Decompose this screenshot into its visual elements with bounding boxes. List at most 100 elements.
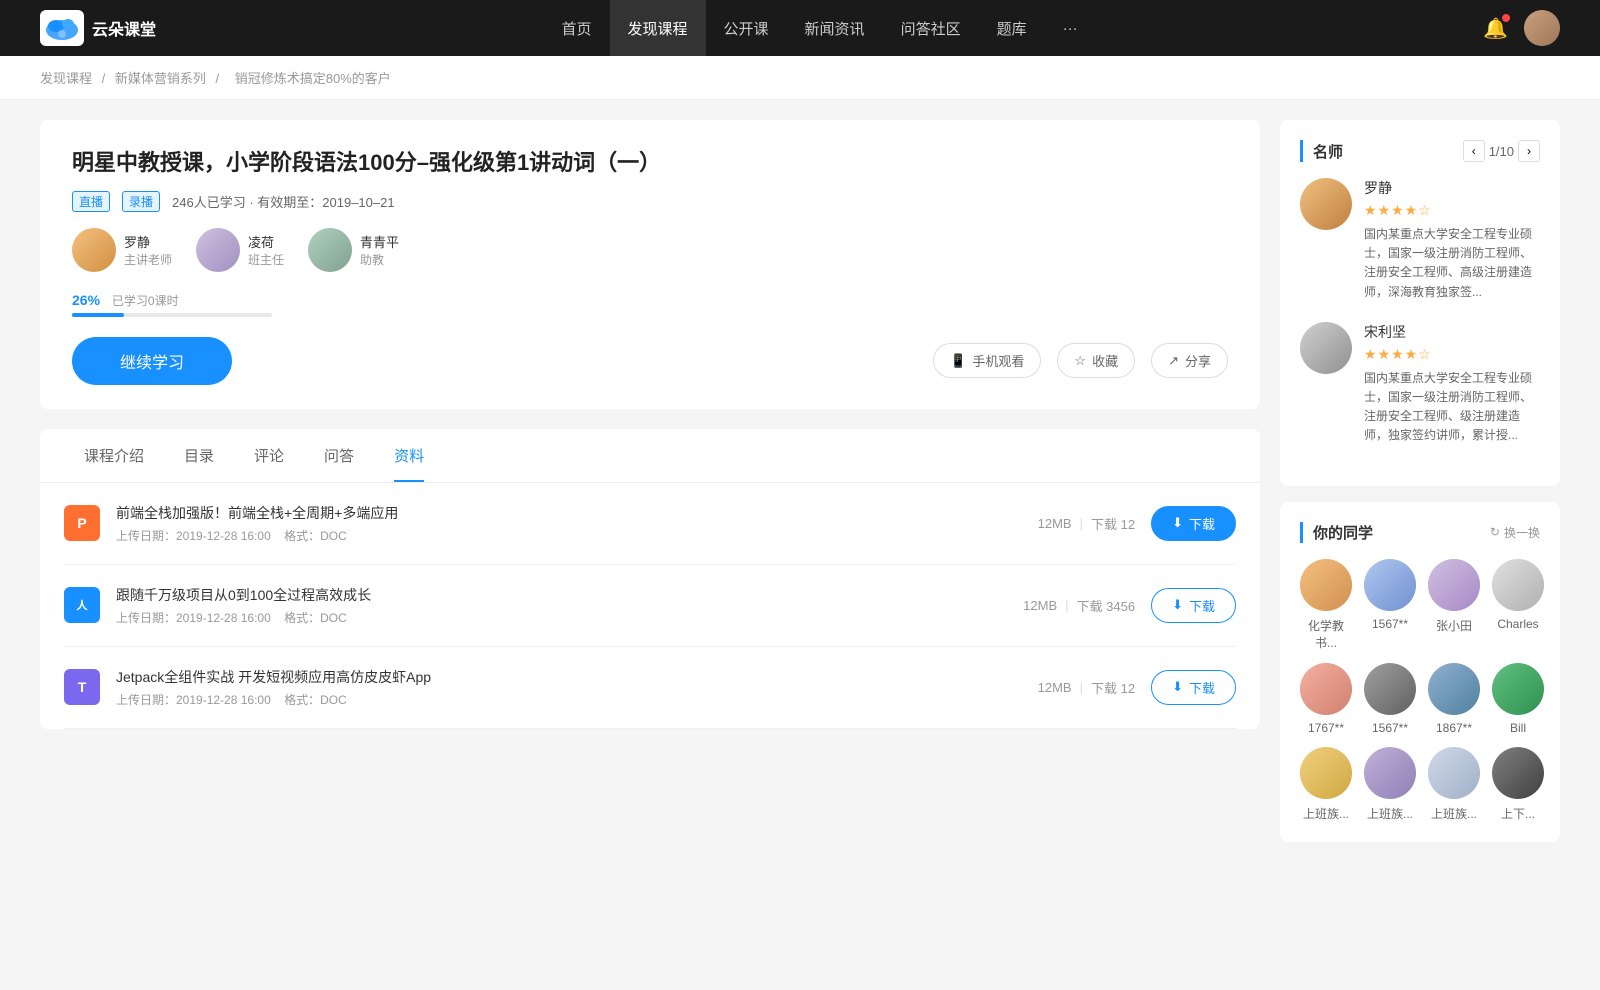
breadcrumb-sep-2: /	[216, 71, 223, 86]
classmate-item-1[interactable]: 1567**	[1364, 559, 1416, 651]
resource-stats-2: 12MB | 下载 12	[1038, 678, 1135, 697]
tab-resource[interactable]: 资料	[374, 429, 444, 482]
teacher-info-1: 宋利坚 ★★★★☆ 国内某重点大学安全工程专业硕士，国家一级注册消防工程师、注册…	[1364, 322, 1540, 446]
nav-item-news[interactable]: 新闻资讯	[787, 0, 883, 56]
teacher-stars-0: ★★★★☆	[1364, 202, 1540, 219]
instructor-avatar-0	[72, 228, 116, 272]
tab-qa[interactable]: 问答	[304, 429, 374, 482]
download-btn-2[interactable]: ⬇ 下载	[1151, 670, 1236, 705]
resource-title-2: Jetpack全组件实战 开发短视频应用高仿皮皮虾App	[116, 667, 1022, 687]
logo-icon	[40, 10, 84, 46]
collect-button[interactable]: ☆ 收藏	[1057, 343, 1135, 378]
tab-intro[interactable]: 课程介绍	[64, 429, 164, 482]
instructor-2: 青青平 助教	[308, 228, 399, 272]
instructor-name-1: 凌荷	[248, 232, 284, 251]
teachers-card-title: 名师 ‹ 1/10 ›	[1300, 140, 1540, 162]
refresh-button[interactable]: ↻ 换一换	[1490, 524, 1540, 541]
instructor-1: 凌荷 班主任	[196, 228, 284, 272]
pagination-mini: ‹ 1/10 ›	[1463, 140, 1540, 162]
progress-section: 26% 已学习0课时	[72, 292, 1228, 317]
nav-item-more[interactable]: ···	[1045, 0, 1096, 56]
classmate-avatar-2	[1428, 559, 1480, 611]
classmate-avatar-10	[1428, 747, 1480, 799]
user-avatar[interactable]	[1524, 10, 1560, 46]
phone-icon: 📱	[950, 353, 966, 369]
main-layout: 明星中教授课，小学阶段语法100分–强化级第1讲动词（一） 直播 录播 246人…	[0, 100, 1600, 878]
breadcrumb-link-discover[interactable]: 发现课程	[40, 71, 92, 86]
continue-button[interactable]: 继续学习	[72, 337, 232, 385]
instructor-role-1: 班主任	[248, 251, 284, 268]
classmate-item-7[interactable]: Bill	[1492, 663, 1544, 735]
refresh-icon: ↻	[1490, 525, 1500, 539]
resource-item-1: 人 跟随千万级项目从0到100全过程高效成长 上传日期：2019-12-28 1…	[64, 565, 1236, 647]
resource-meta-0: 上传日期：2019-12-28 16:00 格式：DOC	[116, 527, 1022, 544]
nav-item-discover[interactable]: 发现课程	[610, 0, 706, 56]
logo-text: 云朵课堂	[92, 16, 156, 40]
teacher-info-0: 罗静 ★★★★☆ 国内某重点大学安全工程专业硕士，国家一级注册消防工程师、注册安…	[1364, 178, 1540, 302]
classmate-item-9[interactable]: 上班族...	[1364, 747, 1416, 822]
teachers-card: 名师 ‹ 1/10 › 罗静 ★★★★☆ 国内某重点大学安全工程专业硕士，国家一…	[1280, 120, 1560, 486]
progress-percent: 26%	[72, 292, 100, 308]
download-btn-1[interactable]: ⬇ 下载	[1151, 588, 1236, 623]
nav-item-quiz[interactable]: 题库	[979, 0, 1045, 56]
course-card: 明星中教授课，小学阶段语法100分–强化级第1讲动词（一） 直播 录播 246人…	[40, 120, 1260, 409]
nav-right: 🔔	[1483, 10, 1560, 46]
share-icon: ↗	[1168, 353, 1179, 369]
nav-item-qa[interactable]: 问答社区	[883, 0, 979, 56]
classmates-refresh: ↻ 换一换	[1490, 524, 1540, 541]
resource-info-0: 前端全栈加强版！前端全栈+全周期+多端应用 上传日期：2019-12-28 16…	[116, 503, 1022, 544]
classmates-card-title: 你的同学 ↻ 换一换	[1300, 522, 1540, 543]
nav-item-home[interactable]: 首页	[544, 0, 610, 56]
tab-catalog[interactable]: 目录	[164, 429, 234, 482]
instructor-info-1: 凌荷 班主任	[248, 232, 284, 268]
tabs-header: 课程介绍 目录 评论 问答 资料	[40, 429, 1260, 483]
nav-item-public[interactable]: 公开课	[706, 0, 787, 56]
resource-info-2: Jetpack全组件实战 开发短视频应用高仿皮皮虾App 上传日期：2019-1…	[116, 667, 1022, 708]
teacher-desc-1: 国内某重点大学安全工程专业硕士，国家一级注册消防工程师、注册安全工程师、级注册建…	[1364, 369, 1540, 446]
classmate-item-3[interactable]: Charles	[1492, 559, 1544, 651]
resource-title-0: 前端全栈加强版！前端全栈+全周期+多端应用	[116, 503, 1022, 523]
classmate-item-0[interactable]: 化学教书...	[1300, 559, 1352, 651]
progress-bar-bg	[72, 313, 272, 317]
instructor-info-2: 青青平 助教	[360, 232, 399, 268]
classmate-item-11[interactable]: 上下...	[1492, 747, 1544, 822]
download-btn-0[interactable]: ⬇ 下载	[1151, 506, 1236, 541]
classmate-item-8[interactable]: 上班族...	[1300, 747, 1352, 822]
classmate-item-6[interactable]: 1867**	[1428, 663, 1480, 735]
mobile-view-button[interactable]: 📱 手机观看	[933, 343, 1041, 378]
next-teacher-button[interactable]: ›	[1518, 140, 1540, 162]
classmates-card: 你的同学 ↻ 换一换 化学教书...	[1280, 502, 1560, 842]
breadcrumb-link-series[interactable]: 新媒体营销系列	[115, 71, 206, 86]
classmate-name-2: 张小田	[1436, 617, 1472, 634]
classmate-item-2[interactable]: 张小田	[1428, 559, 1480, 651]
classmate-item-4[interactable]: 1767**	[1300, 663, 1352, 735]
classmate-avatar-11	[1492, 747, 1544, 799]
sidebar: 名师 ‹ 1/10 › 罗静 ★★★★☆ 国内某重点大学安全工程专业硕士，国家一…	[1280, 120, 1560, 858]
classmate-avatar-9	[1364, 747, 1416, 799]
breadcrumb: 发现课程 / 新媒体营销系列 / 销冠修炼术搞定80%的客户	[0, 56, 1600, 100]
breadcrumb-current: 销冠修炼术搞定80%的客户	[235, 71, 391, 86]
badge-live: 直播	[72, 191, 110, 212]
navbar: 云朵课堂 首页 发现课程 公开课 新闻资讯 问答社区 题库 ··· 🔔	[0, 0, 1600, 56]
classmate-avatar-5	[1364, 663, 1416, 715]
nav-logo[interactable]: 云朵课堂	[40, 10, 156, 46]
classmate-item-10[interactable]: 上班族...	[1428, 747, 1480, 822]
share-button[interactable]: ↗ 分享	[1151, 343, 1228, 378]
classmate-name-1: 1567**	[1372, 617, 1408, 631]
prev-teacher-button[interactable]: ‹	[1463, 140, 1485, 162]
classmates-grid: 化学教书... 1567** 张小田	[1300, 559, 1540, 822]
tabs-section: 课程介绍 目录 评论 问答 资料 P 前端全栈加强版！前端全栈+全周期+多端应用…	[40, 429, 1260, 729]
star-icon: ☆	[1074, 353, 1086, 369]
classmate-name-6: 1867**	[1436, 721, 1472, 735]
course-actions: 继续学习 📱 手机观看 ☆ 收藏 ↗ 分享	[72, 337, 1228, 385]
instructor-0: 罗静 主讲老师	[72, 228, 172, 272]
bell-icon[interactable]: 🔔	[1483, 16, 1508, 41]
resource-icon-0: P	[64, 505, 100, 541]
download-icon-2: ⬇	[1172, 679, 1183, 695]
nav-items: 首页 发现课程 公开课 新闻资讯 问答社区 题库 ···	[544, 0, 1096, 56]
classmate-name-0: 化学教书...	[1300, 617, 1352, 651]
teacher-stars-1: ★★★★☆	[1364, 346, 1540, 363]
classmate-avatar-8	[1300, 747, 1352, 799]
classmate-item-5[interactable]: 1567**	[1364, 663, 1416, 735]
tab-review[interactable]: 评论	[234, 429, 304, 482]
